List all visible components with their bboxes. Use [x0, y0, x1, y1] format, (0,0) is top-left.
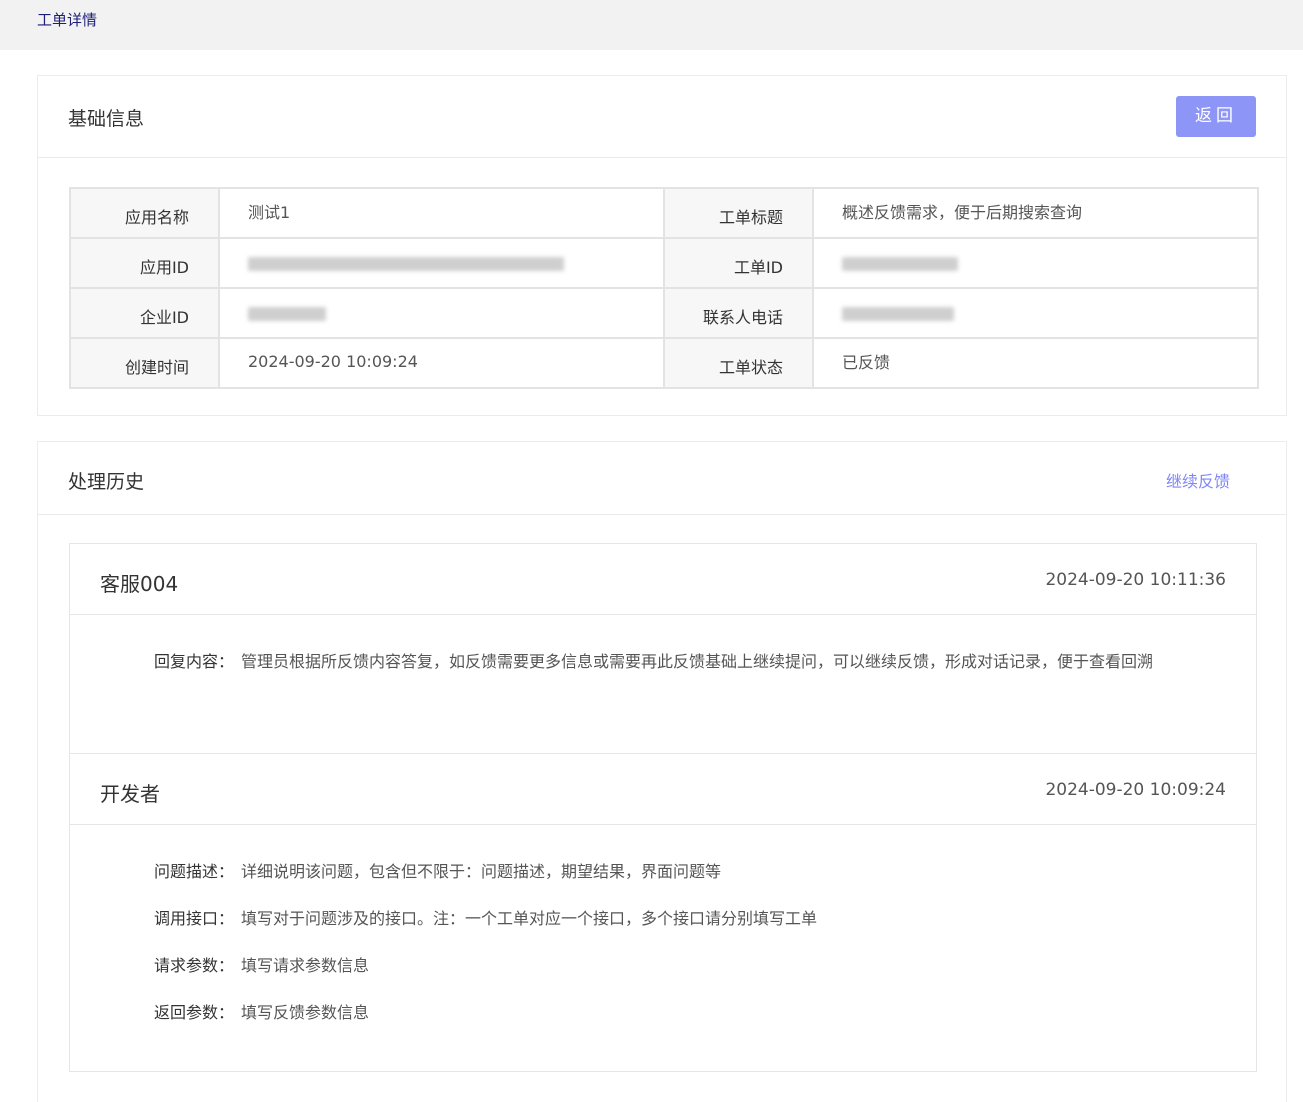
- field-label: 问题描述：: [154, 862, 235, 881]
- app-name-label: 应用名称: [69, 187, 220, 239]
- record-field: 回复内容： 管理员根据所反馈内容答复，如反馈需要更多信息或需要再此反馈基础上继续…: [154, 646, 1234, 677]
- basic-info-card: 基础信息 返回 应用名称 测试1 工单标题 概述反馈需求，便于后期搜索查询 应用…: [37, 75, 1287, 416]
- record-field: 请求参数： 填写请求参数信息: [154, 950, 1234, 981]
- redacted-company-id: [248, 307, 326, 321]
- table-row: 应用ID 工单ID: [69, 237, 1259, 289]
- record-time: 2024-09-20 10:11:36: [1045, 570, 1226, 590]
- record-header: 客服004 2024-09-20 10:11:36: [70, 544, 1256, 615]
- history-record: 客服004 2024-09-20 10:11:36 回复内容： 管理员根据所反馈…: [69, 543, 1257, 754]
- field-value: 填写对于问题涉及的接口。注：一个工单对应一个接口，多个接口请分别填写工单: [241, 909, 818, 928]
- field-label: 调用接口：: [154, 909, 235, 928]
- app-name-value: 测试1: [218, 187, 665, 239]
- app-id-value: [218, 237, 665, 289]
- history-title: 处理历史: [68, 471, 145, 493]
- record-author: 开发者: [100, 782, 160, 806]
- record-field: 调用接口： 填写对于问题涉及的接口。注：一个工单对应一个接口，多个接口请分别填写…: [154, 903, 1234, 934]
- company-id-label: 企业ID: [69, 287, 220, 339]
- basic-info-header: 基础信息 返回: [38, 76, 1286, 158]
- field-label: 请求参数：: [154, 956, 235, 975]
- history-card: 处理历史 继续反馈 客服004 2024-09-20 10:11:36 回复内容…: [37, 441, 1287, 1102]
- field-value: 详细说明该问题，包含但不限于：问题描述，期望结果，界面问题等: [241, 862, 722, 881]
- created-time-value: 2024-09-20 10:09:24: [218, 337, 665, 389]
- app-id-label: 应用ID: [69, 237, 220, 289]
- table-row: 应用名称 测试1 工单标题 概述反馈需求，便于后期搜索查询: [69, 187, 1259, 239]
- history-header: 处理历史 继续反馈: [38, 442, 1286, 515]
- back-button[interactable]: 返回: [1176, 96, 1256, 137]
- record-time: 2024-09-20 10:09:24: [1045, 780, 1226, 800]
- redacted-ticket-id: [842, 257, 958, 271]
- breadcrumb[interactable]: 工单详情: [37, 9, 97, 30]
- ticket-title-label: 工单标题: [663, 187, 814, 239]
- info-table: 应用名称 测试1 工单标题 概述反馈需求，便于后期搜索查询 应用ID 工单ID …: [69, 187, 1259, 389]
- contact-phone-label: 联系人电话: [663, 287, 814, 339]
- basic-info-title: 基础信息: [68, 108, 145, 130]
- ticket-status-value: 已反馈: [812, 337, 1259, 389]
- created-time-label: 创建时间: [69, 337, 220, 389]
- top-bar: 工单详情: [0, 0, 1303, 50]
- field-label: 返回参数：: [154, 1003, 235, 1022]
- field-value: 管理员根据所反馈内容答复，如反馈需要更多信息或需要再此反馈基础上继续提问，可以继…: [241, 652, 1154, 671]
- record-field: 返回参数： 填写反馈参数信息: [154, 997, 1234, 1028]
- contact-phone-value: [812, 287, 1259, 339]
- record-field: 问题描述： 详细说明该问题，包含但不限于：问题描述，期望结果，界面问题等: [154, 856, 1234, 887]
- company-id-value: [218, 287, 665, 339]
- field-label: 回复内容：: [154, 652, 235, 671]
- redacted-contact-phone: [842, 307, 954, 321]
- redacted-app-id: [248, 257, 564, 271]
- ticket-id-label: 工单ID: [663, 237, 814, 289]
- history-record: 开发者 2024-09-20 10:09:24 问题描述： 详细说明该问题，包含…: [69, 753, 1257, 1072]
- ticket-id-value: [812, 237, 1259, 289]
- table-row: 创建时间 2024-09-20 10:09:24 工单状态 已反馈: [69, 337, 1259, 389]
- ticket-status-label: 工单状态: [663, 337, 814, 389]
- field-value: 填写反馈参数信息: [241, 1003, 370, 1022]
- ticket-title-value: 概述反馈需求，便于后期搜索查询: [812, 187, 1259, 239]
- table-row: 企业ID 联系人电话: [69, 287, 1259, 339]
- record-header: 开发者 2024-09-20 10:09:24: [70, 754, 1256, 825]
- record-author: 客服004: [100, 572, 179, 596]
- field-value: 填写请求参数信息: [241, 956, 370, 975]
- continue-feedback-link[interactable]: 继续反馈: [1166, 468, 1230, 492]
